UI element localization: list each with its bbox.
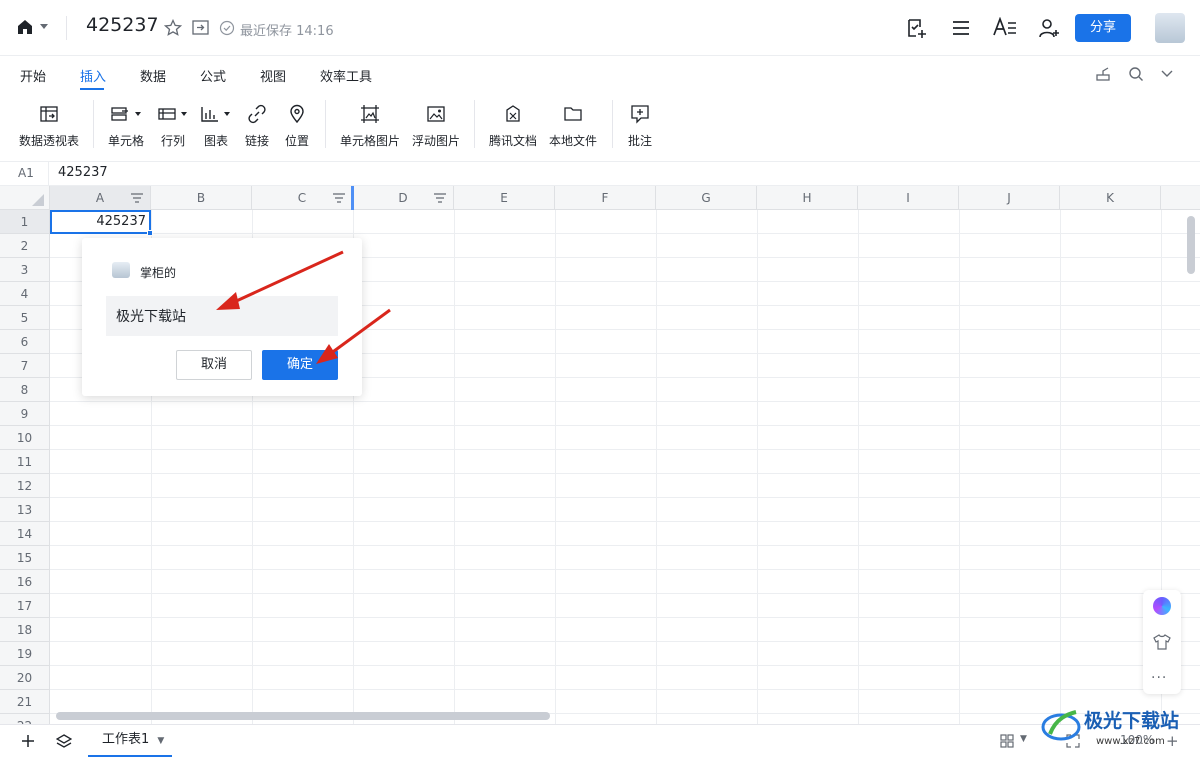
sheet-tab-bar: 工作表1 ▼ ▼ 100% + (0, 724, 1200, 757)
watermark-text: 极光下载站 (1084, 710, 1180, 732)
chevron-down-icon[interactable]: ▼ (157, 736, 164, 746)
watermark-logo (1040, 704, 1082, 746)
ai-assistant-icon[interactable] (1153, 597, 1171, 615)
sheet-tab[interactable]: 工作表1 ▼ (88, 725, 172, 757)
arrow-head (316, 344, 338, 364)
theme-shirt-icon[interactable] (1153, 634, 1171, 650)
add-sheet-icon[interactable] (20, 733, 36, 749)
chevron-down-icon[interactable]: ▼ (1020, 734, 1027, 744)
arrow-head (216, 292, 240, 310)
sheet-tab-label: 工作表1 (102, 732, 150, 747)
annotation-arrows (216, 250, 391, 364)
floating-side-panel: ··· (1143, 590, 1181, 694)
arrow-line (231, 250, 344, 305)
watermark-url: www.xz7.com (1096, 736, 1165, 747)
arrow-line (329, 308, 391, 356)
sheet-list-icon[interactable] (56, 733, 72, 749)
zoom-in-icon[interactable]: + (1166, 732, 1179, 750)
more-icon[interactable]: ··· (1151, 670, 1167, 686)
grid-view-icon[interactable] (1000, 734, 1014, 748)
